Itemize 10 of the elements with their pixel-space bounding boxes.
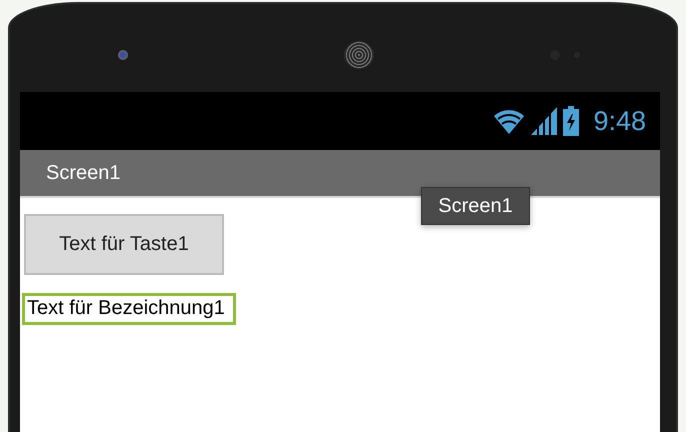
screen-title: Screen1 [46,162,120,184]
component-label[interactable]: Text für Bezeichnung1 [22,293,236,325]
camera-icon [118,50,128,60]
status-time: 9:48 [593,106,646,136]
battery-charging-icon [563,106,580,136]
speaker-icon [344,41,374,69]
signal-icon [531,107,558,135]
component-button[interactable]: Text für Taste1 [24,214,224,275]
wifi-icon [493,108,526,134]
tooltip: Screen1 [421,187,530,225]
